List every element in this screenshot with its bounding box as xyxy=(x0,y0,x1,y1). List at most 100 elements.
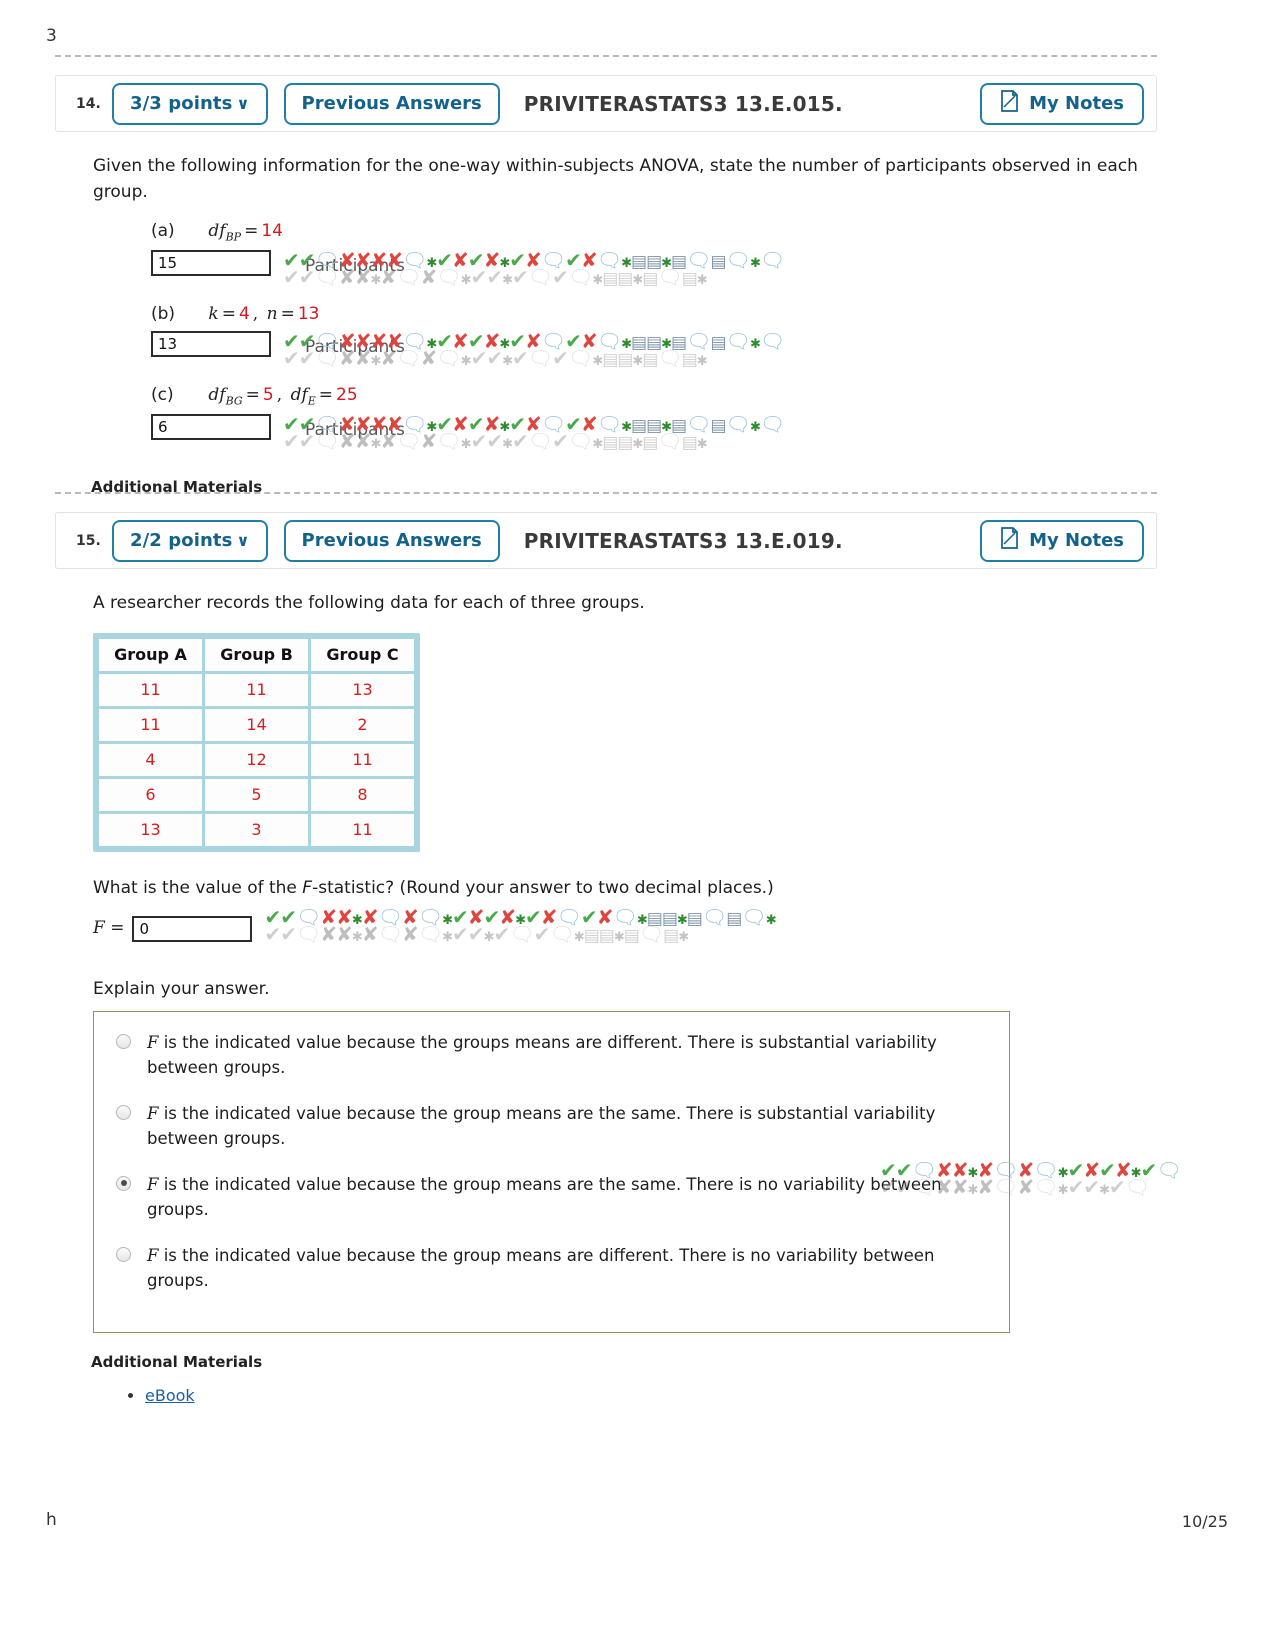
grading-overlay-artifact-fstat: ✔✔🗨✘✘✱✘🗨✘🗨✱✔✘✔✘✱✔✘🗨✔✘🗨✱▤▤✱▤🗨▤🗨✱ ✔✔🗨✘✘✱✘🗨… xyxy=(264,907,776,951)
edge-cutoff-bottom-left: h xyxy=(46,1510,57,1530)
fstat-answer-row: F = ✔✔🗨✘✘✱✘🗨✘🗨✱✔✘✔✘✱✔✘🗨✔✘🗨✱▤▤✱▤🗨▤🗨✱ ✔✔🗨✘… xyxy=(93,907,1157,951)
ghost-word-b: Participants xyxy=(305,337,405,358)
note-page-icon xyxy=(1000,527,1019,554)
edge-cutoff-top-left: 3 xyxy=(46,26,57,46)
points-label-14: 3/3 points xyxy=(130,93,233,114)
option-row-2[interactable]: F is the indicated value because the gro… xyxy=(112,1101,989,1152)
table-header-row: Group A Group B Group C xyxy=(99,638,414,671)
my-notes-button-15[interactable]: My Notes xyxy=(980,519,1144,562)
column-header-group-c: Group C xyxy=(311,638,414,671)
section-divider-top xyxy=(55,55,1157,57)
grading-overlay-artifact-b: Participants ✔✔🗨✘✘✘✘🗨✱✔✘✔✘✱✔✘🗨✔✘🗨✱▤▤✱▤🗨▤… xyxy=(283,331,785,375)
question-block-14: 14. 3/3 points ∨ Previous Answers PRIVIT… xyxy=(55,75,1157,534)
option-row-1[interactable]: F is the indicated value because the gro… xyxy=(112,1030,989,1081)
previous-answers-button-15[interactable]: Previous Answers xyxy=(283,519,500,562)
part-a-answer-row: Participants ✔✔🗨✘✘✘✘🗨✱✔✘✔✘✱✔✘🗨✔✘🗨✱▤▤✱▤🗨▤… xyxy=(151,249,1157,294)
table-row: 4 12 11 xyxy=(99,743,414,776)
part-a-answer-input[interactable] xyxy=(151,249,271,276)
cell-c-1: 13 xyxy=(311,673,414,706)
grading-overlay-artifact-a: Participants ✔✔🗨✘✘✘✘🗨✱✔✘✔✘✱✔✘🗨✔✘🗨✱▤▤✱▤🗨▤… xyxy=(283,250,785,294)
points-badge-14[interactable]: 3/3 points ∨ xyxy=(112,82,268,125)
fstat-question-text: What is the value of the F-statistic? (R… xyxy=(93,877,774,898)
option-label-3: F is the indicated value because the gro… xyxy=(147,1174,942,1220)
part-b-expression: k = 4, n = 13 xyxy=(208,303,320,324)
my-notes-label-15: My Notes xyxy=(1029,530,1124,551)
table-row: 11 11 13 xyxy=(99,673,414,706)
overlay-row-top-a: ✔✔🗨✘✘✘✘🗨✱✔✘✔✘✱✔✘🗨✔✘🗨✱▤▤✱▤🗨▤🗨✱🗨 xyxy=(283,247,785,272)
option-label-4: F is the indicated value because the gro… xyxy=(147,1245,935,1291)
part-b: (b) k=4, n=13 Participants ✔✔🗨✘✘✘✘🗨✱✔✘✔✘… xyxy=(151,302,1157,376)
page-number: 10/25 xyxy=(1181,1512,1228,1531)
group-data-table: Group A Group B Group C 11 11 13 11 14 2 xyxy=(93,632,420,852)
question-header-15: 15. 2/2 points ∨ Previous Answers PRIVIT… xyxy=(55,512,1157,569)
question-prompt-15: A researcher records the following data … xyxy=(93,593,645,613)
part-a-expression: dfBP = 14 xyxy=(208,221,283,244)
overlay-row-bottom-c: ✔✔🗨✘✘✱✘🗨✘🗨✱✔✔✱✔🗨✔🗨✱▤▤✱▤🗨▤✱ xyxy=(283,429,708,454)
points-label-15: 2/2 points xyxy=(130,530,233,551)
question-number-15: 15. xyxy=(76,532,101,549)
radio-option-4[interactable] xyxy=(116,1246,131,1262)
part-c-expression: dfBG = 5, dfE = 25 xyxy=(208,385,358,408)
explanation-options-group: F is the indicated value because the gro… xyxy=(93,1010,1010,1333)
radio-option-3[interactable] xyxy=(116,1175,131,1191)
option-label-1: F is the indicated value because the gro… xyxy=(147,1032,937,1078)
my-notes-label-14: My Notes xyxy=(1029,93,1124,114)
part-b-answer-input[interactable] xyxy=(151,331,271,358)
overlay-row-bottom-b: ✔✔🗨✘✘✱✘🗨✘🗨✱✔✔✱✔🗨✔🗨✱▤▤✱▤🗨▤✱ xyxy=(283,346,708,371)
my-notes-button-14[interactable]: My Notes xyxy=(980,82,1144,125)
option-row-3[interactable]: F is the indicated value because the gro… xyxy=(112,1172,989,1223)
table-row: 6 5 8 xyxy=(99,778,414,811)
cell-b-3: 12 xyxy=(205,743,308,776)
cell-b-4: 5 xyxy=(205,778,308,811)
question-header-14: 14. 3/3 points ∨ Previous Answers PRIVIT… xyxy=(55,75,1157,132)
part-b-answer-row: Participants ✔✔🗨✘✘✘✘🗨✱✔✘✔✘✱✔✘🗨✔✘🗨✱▤▤✱▤🗨▤… xyxy=(151,331,1157,375)
page-canvas: 3 h 10/25 14. 3/3 points ∨ Previous Answ… xyxy=(0,0,1275,1651)
grading-overlay-artifact-c: Participants ✔✔🗨✘✘✘✘🗨✱✔✘✔✘✱✔✘🗨✔✘🗨✱▤▤✱▤🗨▤… xyxy=(283,414,785,458)
chevron-down-icon: ∨ xyxy=(236,531,250,550)
note-page-icon xyxy=(1000,90,1019,117)
overlay-row-top-fstat: ✔✔🗨✘✘✱✘🗨✘🗨✱✔✘✔✘✱✔✘🗨✔✘🗨✱▤▤✱▤🗨▤🗨✱ xyxy=(264,905,776,929)
ghost-word-a: Participants xyxy=(305,255,405,276)
cell-b-5: 3 xyxy=(205,813,308,846)
problem-id-14: PRIVITERASTATS3 13.E.015. xyxy=(523,91,843,116)
question-body-15: A researcher records the following data … xyxy=(55,569,1157,1409)
problem-id-15: PRIVITERASTATS3 13.E.019. xyxy=(523,528,843,553)
radio-option-2[interactable] xyxy=(116,1104,131,1120)
part-a-label: (a) xyxy=(151,221,175,241)
ebook-link-15[interactable]: eBook xyxy=(145,1386,195,1405)
list-item: eBook xyxy=(145,1384,1157,1410)
cell-a-5: 13 xyxy=(99,813,202,846)
points-badge-15[interactable]: 2/2 points ∨ xyxy=(112,519,268,562)
cell-c-5: 11 xyxy=(311,813,414,846)
option-row-4[interactable]: F is the indicated value because the gro… xyxy=(112,1243,989,1294)
explain-your-answer-label: Explain your answer. xyxy=(93,979,270,999)
part-c-answer-row: Participants ✔✔🗨✘✘✘✘🗨✱✔✘✔✘✱✔✘🗨✔✘🗨✱▤▤✱▤🗨▤… xyxy=(151,414,1157,458)
overlay-row-bottom-a: ✔✔🗨✘✘✱✘🗨✘🗨✱✔✔✱✔🗨✔🗨✱▤▤✱▤🗨▤✱ xyxy=(283,264,708,289)
part-c-label: (c) xyxy=(151,385,174,406)
question-block-15: 15. 2/2 points ∨ Previous Answers PRIVIT… xyxy=(55,512,1157,1409)
overlay-row-top-c: ✔✔🗨✘✘✘✘🗨✱✔✘✔✘✱✔✘🗨✔✘🗨✱▤▤✱▤🗨▤🗨✱🗨 xyxy=(283,412,785,437)
part-a: (a) dfBP=14 Participants ✔✔🗨✘✘✘✘🗨✱✔✘✔✘✱✔… xyxy=(151,219,1157,294)
question-parts-14: (a) dfBP=14 Participants ✔✔🗨✘✘✘✘🗨✱✔✘✔✘✱✔… xyxy=(93,219,1157,458)
overlay-row-bottom-fstat: ✔✔🗨✘✘✱✘🗨✘🗨✱✔✔✱✔🗨✔🗨✱▤▤✱▤🗨▤✱ xyxy=(264,922,689,946)
previous-answers-button-14[interactable]: Previous Answers xyxy=(283,82,500,125)
cell-a-2: 11 xyxy=(99,708,202,741)
cell-a-1: 11 xyxy=(99,673,202,706)
cell-b-1: 11 xyxy=(205,673,308,706)
fstat-answer-input[interactable] xyxy=(132,916,253,942)
cell-c-4: 8 xyxy=(311,778,414,811)
fstat-label: F = xyxy=(93,918,125,939)
part-c: (c) dfBG=5, dfE=25 Participants ✔✔🗨✘✘✘✘🗨… xyxy=(151,383,1157,458)
cell-a-3: 4 xyxy=(99,743,202,776)
radio-option-1[interactable] xyxy=(116,1033,131,1049)
part-c-answer-input[interactable] xyxy=(151,414,271,441)
cell-b-2: 14 xyxy=(205,708,308,741)
option-label-2: F is the indicated value because the gro… xyxy=(147,1103,936,1149)
additional-materials-heading-15: Additional Materials xyxy=(91,1353,263,1371)
table-row: 13 3 11 xyxy=(99,813,414,846)
overlay-row-top-b: ✔✔🗨✘✘✘✘🗨✱✔✘✔✘✱✔✘🗨✔✘🗨✱▤▤✱▤🗨▤🗨✱🗨 xyxy=(283,329,785,354)
cell-c-2: 2 xyxy=(311,708,414,741)
cell-a-4: 6 xyxy=(99,778,202,811)
ghost-word-c: Participants xyxy=(305,420,405,441)
part-b-label: (b) xyxy=(151,303,176,324)
